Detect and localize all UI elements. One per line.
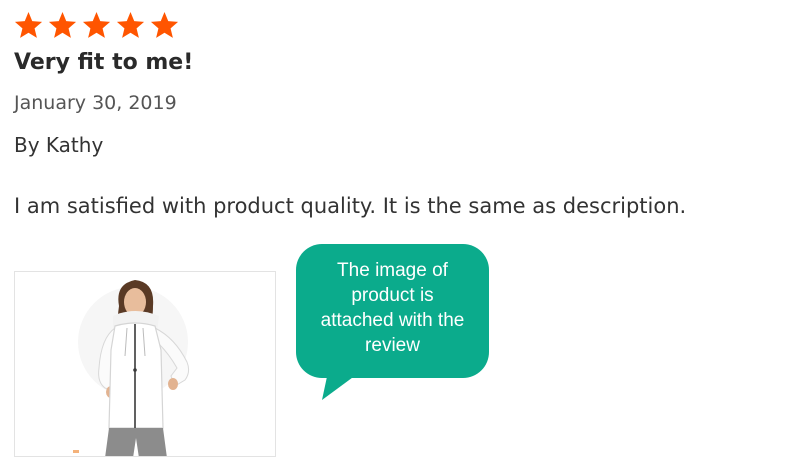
review-date: January 30, 2019 <box>14 92 177 114</box>
star-icon <box>82 11 111 38</box>
star-icon <box>14 11 43 38</box>
callout-text: The image of product is attached with th… <box>320 260 465 356</box>
callout-bubble: The image of product is attached with th… <box>296 244 489 378</box>
review-image-thumbnail[interactable] <box>14 271 276 457</box>
star-icon <box>48 11 77 38</box>
star-rating <box>13 10 180 41</box>
star-icon <box>116 11 145 38</box>
product-photo-icon <box>73 280 190 456</box>
callout-pointer <box>322 372 360 400</box>
review-author: By Kathy <box>14 133 104 157</box>
review-body: I am satisfied with product quality. It … <box>14 194 687 218</box>
star-icon <box>150 11 179 38</box>
review-title: Very fit to me! <box>14 50 194 75</box>
